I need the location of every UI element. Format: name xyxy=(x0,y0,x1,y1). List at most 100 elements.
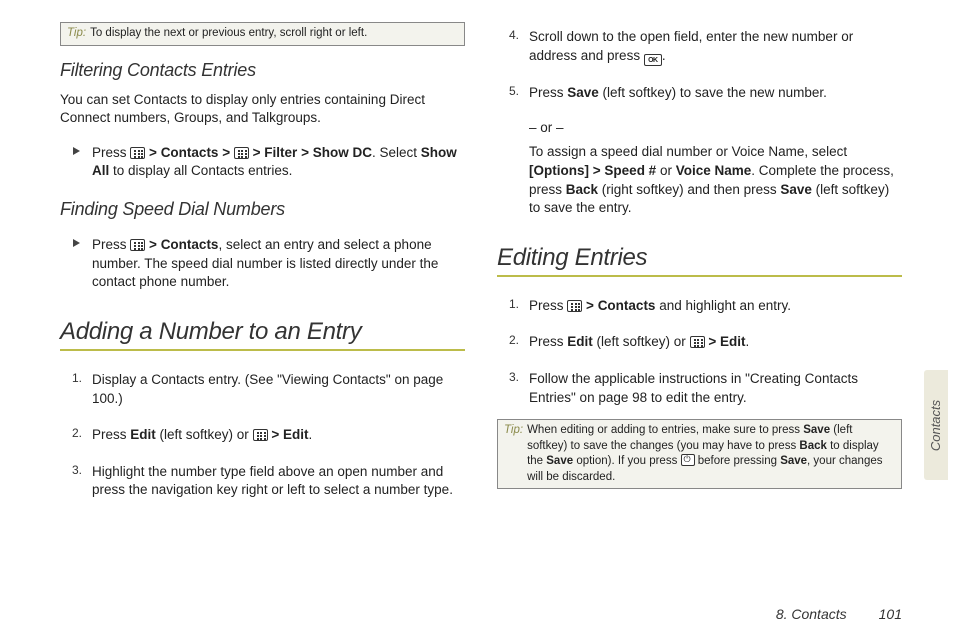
paragraph-filtering: You can set Contacts to display only ent… xyxy=(60,91,465,128)
tip-body: When editing or adding to entries, make … xyxy=(527,423,895,485)
step-add-3: 3. Highlight the number type field above… xyxy=(68,463,465,500)
tip-label: Tip: xyxy=(504,423,523,485)
label-edit: Edit xyxy=(720,334,746,349)
text: or xyxy=(656,163,676,178)
tip-box-save: Tip: When editing or adding to entries, … xyxy=(497,419,902,489)
step-number: 3. xyxy=(68,463,82,500)
step-body: Press Save (left softkey) to save the ne… xyxy=(529,84,902,103)
step-number: 3. xyxy=(505,370,519,407)
text: . Select xyxy=(372,145,421,160)
label-save: Save xyxy=(567,85,599,100)
label-save: Save xyxy=(780,182,812,197)
heading-filtering: Filtering Contacts Entries xyxy=(60,60,465,81)
step-filtering-body: Press > Contacts > > Filter > Show DC. S… xyxy=(92,144,465,181)
step-add-5b: To assign a speed dial number or Voice N… xyxy=(505,143,902,218)
step-filtering: Press > Contacts > > Filter > Show DC. S… xyxy=(68,144,465,181)
chevron-icon: > xyxy=(301,145,309,160)
step-add-2: 2. Press Edit (left softkey) or > Edit. xyxy=(68,426,465,445)
text: Press xyxy=(529,298,567,313)
label-contacts: Contacts xyxy=(161,237,219,252)
section-tab: Contacts xyxy=(924,370,948,480)
tip-label: Tip: xyxy=(67,26,86,42)
label-contacts: Contacts xyxy=(161,145,219,160)
step-speed-dial: Press > Contacts, select an entry and se… xyxy=(68,236,465,292)
menu-key-icon xyxy=(130,147,145,159)
menu-key-icon xyxy=(690,336,705,348)
step-speed-body: Press > Contacts, select an entry and se… xyxy=(92,236,465,292)
text: before pressing xyxy=(695,455,781,467)
bullet-arrow-icon xyxy=(68,236,82,292)
chevron-icon: > xyxy=(593,163,601,178)
text: When editing or adding to entries, make … xyxy=(527,424,803,436)
text: Scroll down to the open field, enter the… xyxy=(529,29,853,63)
label-contacts: Contacts xyxy=(598,298,656,313)
chevron-icon: > xyxy=(222,145,230,160)
step-number: 5. xyxy=(505,84,519,103)
chevron-icon: > xyxy=(271,427,279,442)
text: (left softkey) or xyxy=(593,334,690,349)
heading-editing-entries: Editing Entries xyxy=(497,244,902,277)
bullet-arrow-icon xyxy=(68,144,82,181)
chevron-icon: > xyxy=(708,334,716,349)
label-edit: Edit xyxy=(130,427,156,442)
step-number: 1. xyxy=(68,371,82,408)
step-body: Highlight the number type field above an… xyxy=(92,463,465,500)
footer-page-number: 101 xyxy=(879,606,902,622)
label-back: Back xyxy=(566,182,598,197)
step-number: 2. xyxy=(68,426,82,445)
chevron-icon: > xyxy=(253,145,261,160)
step-body: Display a Contacts entry. (See "Viewing … xyxy=(92,371,465,408)
label-show-dc: Show DC xyxy=(313,145,372,160)
text: Press xyxy=(529,334,567,349)
text: (left softkey) or xyxy=(156,427,253,442)
step-body: Follow the applicable instructions in "C… xyxy=(529,370,902,407)
step-number: 1. xyxy=(505,297,519,316)
text: to display all Contacts entries. xyxy=(109,163,292,178)
step-body: Press Edit (left softkey) or > Edit. xyxy=(529,333,902,352)
label-edit: Edit xyxy=(283,427,309,442)
heading-adding-number: Adding a Number to an Entry xyxy=(60,318,465,351)
label-filter: Filter xyxy=(264,145,297,160)
chevron-icon: > xyxy=(149,145,157,160)
page-content: Tip: To display the next or previous ent… xyxy=(0,0,954,560)
label-edit: Edit xyxy=(567,334,593,349)
label-back: Back xyxy=(799,440,827,452)
chevron-icon: > xyxy=(586,298,594,313)
or-separator: – or – xyxy=(529,120,902,135)
menu-key-icon xyxy=(130,239,145,251)
label-save: Save xyxy=(546,455,573,467)
step-edit-1: 1. Press > Contacts and highlight an ent… xyxy=(505,297,902,316)
right-column: 4. Scroll down to the open field, enter … xyxy=(497,22,902,560)
text: (right softkey) and then press xyxy=(598,182,780,197)
text: To assign a speed dial number or Voice N… xyxy=(529,144,847,159)
section-tab-label: Contacts xyxy=(929,399,944,450)
menu-key-icon xyxy=(234,147,249,159)
label-speed-num: Speed # xyxy=(604,163,656,178)
text: Press xyxy=(92,237,130,252)
step-add-1: 1. Display a Contacts entry. (See "Viewi… xyxy=(68,371,465,408)
tip-body: To display the next or previous entry, s… xyxy=(90,26,458,42)
text: and highlight an entry. xyxy=(655,298,791,313)
text: . xyxy=(662,48,666,63)
step-number: 2. xyxy=(505,333,519,352)
label-options: [Options] xyxy=(529,163,589,178)
ok-key-icon: OK xyxy=(644,54,662,66)
label-voice-name: Voice Name xyxy=(676,163,752,178)
text: (left softkey) to save the new number. xyxy=(599,85,827,100)
page-footer: 8. Contacts 101 xyxy=(776,606,902,622)
end-key-icon xyxy=(681,454,695,466)
step-body: Scroll down to the open field, enter the… xyxy=(529,28,902,66)
text: option). If you press xyxy=(573,455,680,467)
heading-speed-dial: Finding Speed Dial Numbers xyxy=(60,199,465,220)
text: . xyxy=(308,427,312,442)
label-save: Save xyxy=(803,424,830,436)
tip-box-scroll: Tip: To display the next or previous ent… xyxy=(60,22,465,46)
step-number xyxy=(505,143,519,218)
left-column: Tip: To display the next or previous ent… xyxy=(60,22,465,560)
step-body: Press > Contacts and highlight an entry. xyxy=(529,297,902,316)
text: . xyxy=(745,334,749,349)
chevron-icon: > xyxy=(149,237,157,252)
text: Press xyxy=(529,85,567,100)
step-add-5: 5. Press Save (left softkey) to save the… xyxy=(505,84,902,103)
step-body: To assign a speed dial number or Voice N… xyxy=(529,143,902,218)
